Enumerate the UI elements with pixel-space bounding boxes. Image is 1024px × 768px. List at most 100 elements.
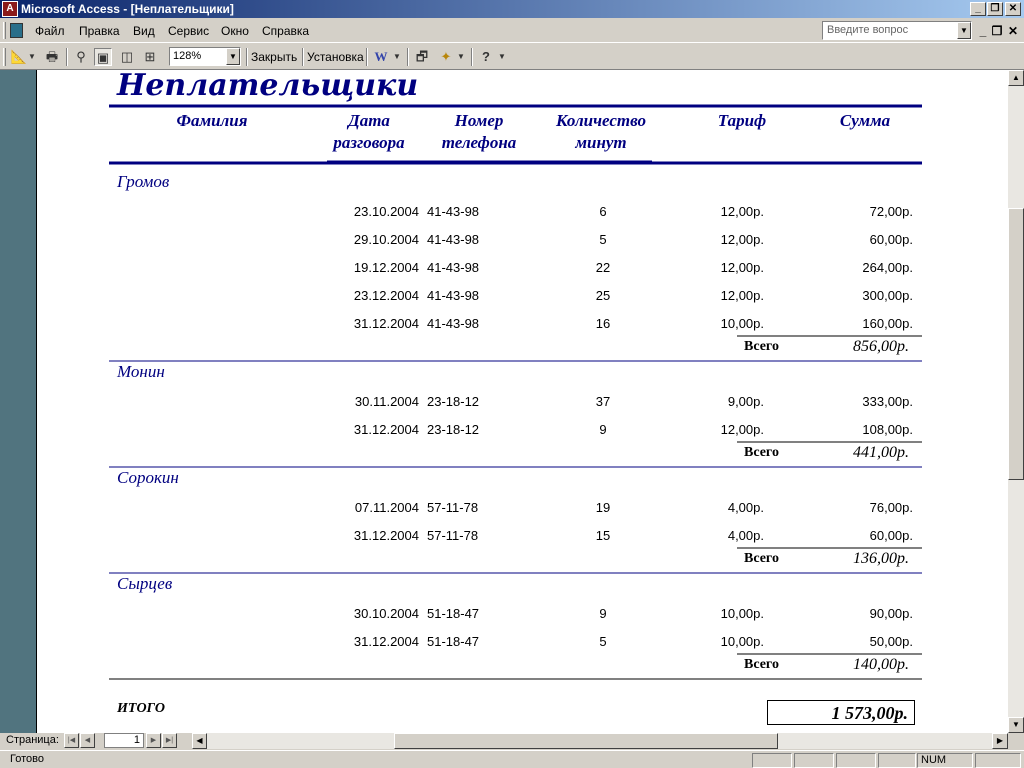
chevron-down-icon[interactable]: ▼ bbox=[957, 22, 971, 39]
status-panel bbox=[975, 753, 1021, 768]
header-minutes-line2: минут bbox=[575, 133, 627, 152]
minimize-button[interactable]: _ bbox=[970, 2, 986, 16]
access-app-icon[interactable]: A bbox=[2, 1, 18, 17]
row-minutes: 37 bbox=[595, 394, 611, 409]
row-minutes: 22 bbox=[595, 260, 611, 275]
toolbar-grip[interactable] bbox=[3, 48, 6, 66]
view-dropdown-icon[interactable]: ▼ bbox=[27, 48, 37, 66]
print-icon[interactable]: 🖶 bbox=[43, 48, 61, 66]
header-date-line1: Дата bbox=[348, 111, 390, 130]
scroll-right-icon[interactable]: ▶ bbox=[992, 733, 1008, 749]
row-sum: 333,00р. bbox=[862, 394, 913, 409]
header-surname: Фамилия bbox=[176, 111, 248, 130]
doc-close-button[interactable]: ✕ bbox=[1006, 24, 1020, 38]
close-preview-button[interactable]: Закрыть bbox=[251, 50, 297, 64]
row-sum: 108,00р. bbox=[862, 422, 913, 437]
row-phone: 41-43-98 bbox=[427, 288, 480, 303]
prev-page-icon[interactable]: ◀ bbox=[80, 733, 95, 748]
print-preview-area[interactable]: Неплательщики Фамилия Дата разговора Ном… bbox=[0, 70, 1008, 733]
row-date: 31.12.2004 bbox=[353, 634, 419, 649]
subtotal-label: Всего bbox=[744, 339, 779, 354]
menu-view[interactable]: Вид bbox=[133, 24, 155, 38]
subtotal-label: Всего bbox=[744, 551, 779, 566]
row-sum: 60,00р. bbox=[869, 528, 913, 543]
scroll-down-icon[interactable]: ▼ bbox=[1008, 717, 1024, 733]
row-tariff: 12,00р. bbox=[720, 422, 764, 437]
close-button[interactable]: ✕ bbox=[1005, 2, 1021, 16]
menu-window-label: Окно bbox=[221, 24, 249, 38]
help-icon[interactable]: ? bbox=[477, 48, 495, 66]
menu-edit[interactable]: Правка bbox=[79, 24, 120, 38]
menu-file[interactable]: Файл bbox=[35, 24, 65, 38]
row-tariff: 10,00р. bbox=[720, 316, 764, 331]
subtotal-value: 441,00р. bbox=[853, 444, 909, 461]
scroll-left-icon[interactable]: ◀ bbox=[192, 733, 207, 749]
page-number-input[interactable]: 1 bbox=[104, 733, 144, 748]
group-surname: Громов bbox=[117, 172, 170, 191]
scroll-up-icon[interactable]: ▲ bbox=[1008, 70, 1024, 86]
word-export-icon[interactable]: W bbox=[372, 48, 390, 66]
toolbar-options-icon[interactable]: ▼ bbox=[497, 48, 507, 66]
chevron-down-icon[interactable]: ▼ bbox=[226, 48, 240, 65]
row-sum: 160,00р. bbox=[862, 316, 913, 331]
restore-button[interactable]: ❐ bbox=[987, 2, 1003, 16]
view-icon[interactable]: 📐 bbox=[10, 48, 28, 66]
row-sum: 76,00р. bbox=[869, 500, 913, 515]
group-surname: Монин bbox=[117, 362, 165, 381]
row-minutes: 5 bbox=[599, 634, 607, 649]
first-page-icon[interactable]: |◀ bbox=[64, 733, 79, 748]
menu-window[interactable]: Окно bbox=[221, 24, 249, 38]
row-minutes: 6 bbox=[599, 204, 607, 219]
last-page-icon[interactable]: ▶| bbox=[162, 733, 177, 748]
one-page-icon[interactable]: ▣ bbox=[94, 48, 112, 66]
page-nav-label: Страница: bbox=[6, 734, 59, 746]
page-setup-button[interactable]: Установка bbox=[307, 50, 364, 64]
num-lock-indicator: NUM bbox=[917, 753, 973, 768]
row-sum: 60,00р. bbox=[869, 232, 913, 247]
menu-grip[interactable] bbox=[3, 22, 6, 39]
multiple-pages-icon[interactable]: ⊞ bbox=[141, 48, 159, 66]
help-placeholder: Введите вопрос bbox=[827, 24, 909, 36]
zoom-select[interactable]: 128% ▼ bbox=[169, 47, 241, 66]
status-bar: Готово NUM bbox=[0, 750, 1024, 768]
toolbar-separator bbox=[471, 48, 473, 66]
vertical-scrollbar[interactable]: ▲ ▼ bbox=[1008, 70, 1024, 733]
row-phone: 57-11-78 bbox=[427, 500, 479, 515]
doc-minimize-button[interactable]: _ bbox=[976, 24, 990, 38]
vertical-scroll-thumb[interactable] bbox=[1008, 208, 1024, 480]
zoom-value: 128% bbox=[173, 50, 202, 62]
two-pages-icon[interactable]: ◫ bbox=[118, 48, 136, 66]
row-sum: 264,00р. bbox=[862, 260, 913, 275]
row-tariff: 10,00р. bbox=[720, 634, 764, 649]
menu-tools[interactable]: Сервис bbox=[168, 24, 209, 38]
horizontal-scroll-thumb[interactable] bbox=[394, 733, 778, 749]
new-object-icon[interactable]: ✦ bbox=[437, 48, 455, 66]
row-phone: 51-18-47 bbox=[427, 606, 480, 621]
status-panel bbox=[878, 753, 916, 768]
database-window-icon[interactable]: 🗗 bbox=[413, 48, 431, 66]
export-dropdown-icon[interactable]: ▼ bbox=[392, 48, 402, 66]
page-navigation-bar: Страница: |◀ ◀ 1 ▶ ▶| ◀ ▶ bbox=[0, 733, 1024, 749]
row-date: 31.12.2004 bbox=[353, 316, 419, 331]
next-page-icon[interactable]: ▶ bbox=[146, 733, 161, 748]
header-tariff: Тариф bbox=[717, 111, 767, 130]
zoom-magnifier-icon[interactable]: ⚲ bbox=[72, 48, 90, 66]
row-minutes: 9 bbox=[599, 422, 607, 437]
report-doc-icon[interactable] bbox=[10, 23, 23, 38]
grand-total-value: 1 573,00р. bbox=[767, 700, 915, 725]
header-minutes-line1: Количество bbox=[555, 111, 647, 130]
help-question-input[interactable]: Введите вопрос ▼ bbox=[822, 21, 972, 40]
menu-help[interactable]: Справка bbox=[262, 24, 309, 38]
menu-edit-label: Правка bbox=[79, 24, 120, 38]
row-tariff: 9,00р. bbox=[727, 394, 764, 409]
row-tariff: 12,00р. bbox=[720, 204, 764, 219]
horizontal-scrollbar[interactable]: ◀ ▶ bbox=[192, 733, 1008, 749]
menu-help-label: Справка bbox=[262, 24, 310, 38]
row-tariff: 12,00р. bbox=[720, 288, 764, 303]
doc-restore-button[interactable]: ❐ bbox=[990, 24, 1004, 38]
subtotal-value: 856,00р. bbox=[853, 338, 909, 355]
subtotal-value: 140,00р. bbox=[853, 656, 909, 673]
row-sum: 72,00р. bbox=[869, 204, 913, 219]
new-object-dropdown-icon[interactable]: ▼ bbox=[456, 48, 466, 66]
menu-view-label: Вид bbox=[133, 24, 155, 38]
